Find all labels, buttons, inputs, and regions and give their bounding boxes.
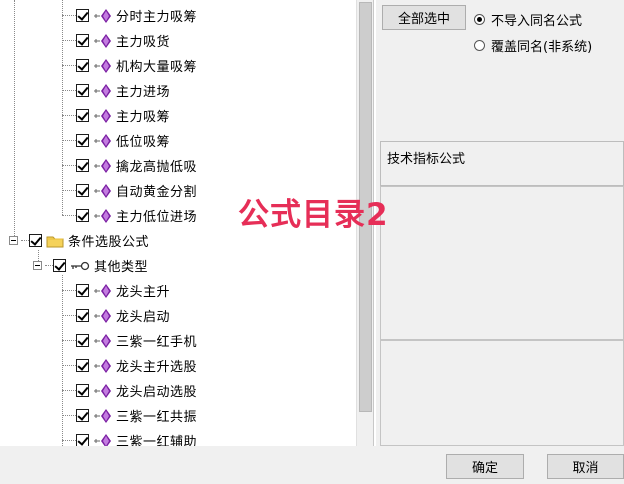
collapse-toggle[interactable] — [33, 261, 42, 270]
folder-label: 条件选股公式 — [68, 235, 150, 250]
tree-item[interactable]: 龙头主升 — [62, 278, 170, 303]
description-area — [380, 186, 624, 340]
formula-icon — [94, 108, 111, 123]
radio-overwrite[interactable]: 覆盖同名(非系统) — [474, 36, 592, 55]
tree-item[interactable]: 三紫一红共振 — [62, 403, 197, 428]
tree-folder[interactable]: 条件选股公式 — [9, 228, 149, 253]
select-all-button[interactable]: 全部选中 — [382, 5, 466, 30]
tree-item[interactable]: 机构大量吸筹 — [62, 53, 197, 78]
item-label: 分时主力吸筹 — [116, 10, 198, 25]
ok-button[interactable]: 确定 — [446, 454, 524, 479]
dialog-footer: 确定 取消 — [0, 446, 624, 484]
formula-icon — [94, 133, 111, 148]
item-checkbox[interactable] — [76, 409, 89, 422]
item-label: 机构大量吸筹 — [116, 60, 198, 75]
tree-item[interactable]: 擒龙高抛低吸 — [62, 153, 197, 178]
item-checkbox[interactable] — [76, 34, 89, 47]
item-label: 龙头主升 — [116, 285, 171, 300]
item-checkbox[interactable] — [76, 284, 89, 297]
formula-icon — [94, 408, 111, 423]
formula-icon — [94, 208, 111, 223]
tree-item[interactable]: 三紫一红辅助 — [62, 428, 197, 446]
item-checkbox[interactable] — [76, 309, 89, 322]
formula-icon — [94, 283, 111, 298]
item-checkbox[interactable] — [76, 384, 89, 397]
formula-icon — [94, 158, 111, 173]
formula-icon — [94, 183, 111, 198]
radio-unselected-icon[interactable] — [474, 40, 485, 51]
tree-item[interactable]: 自动黄金分割 — [62, 178, 197, 203]
tree-item[interactable]: 低位吸筹 — [62, 128, 170, 153]
formula-icon — [94, 333, 111, 348]
item-label: 龙头启动选股 — [116, 385, 198, 400]
item-checkbox[interactable] — [76, 109, 89, 122]
formula-icon — [94, 8, 111, 23]
folder-icon — [46, 236, 64, 247]
formula-icon — [94, 358, 111, 373]
collapse-toggle[interactable] — [9, 236, 18, 245]
tree-item[interactable]: 主力吸筹 — [62, 103, 170, 128]
item-label: 主力进场 — [116, 85, 171, 100]
item-label: 低位吸筹 — [116, 135, 171, 150]
item-label: 自动黄金分割 — [116, 185, 198, 200]
item-checkbox[interactable] — [76, 59, 89, 72]
formula-icon — [94, 383, 111, 398]
cancel-button[interactable]: 取消 — [547, 454, 624, 479]
item-label: 龙头主升选股 — [116, 360, 198, 375]
item-checkbox[interactable] — [76, 9, 89, 22]
item-checkbox[interactable] — [76, 134, 89, 147]
item-checkbox[interactable] — [76, 84, 89, 97]
preview-area — [380, 340, 624, 446]
item-label: 主力吸货 — [116, 35, 171, 50]
radio-selected-icon[interactable] — [474, 14, 485, 25]
radio-no-import[interactable]: 不导入同名公式 — [474, 10, 582, 29]
tree-item[interactable]: 龙头主升选股 — [62, 353, 197, 378]
formula-type-label: 技术指标公式 — [387, 152, 466, 167]
watermark-text: 公式目录2 — [238, 197, 389, 233]
radio-overwrite-label: 覆盖同名(非系统) — [491, 40, 593, 55]
formula-type-box: 技术指标公式 — [380, 141, 624, 186]
subfolder-label: 其他类型 — [94, 260, 149, 275]
formula-icon — [94, 33, 111, 48]
key-icon — [71, 261, 90, 270]
tree-item[interactable]: 三紫一红手机 — [62, 328, 197, 353]
tree-item[interactable]: 主力低位进场 — [62, 203, 197, 228]
formula-icon — [94, 58, 111, 73]
item-label: 擒龙高抛低吸 — [116, 160, 198, 175]
item-label: 主力吸筹 — [116, 110, 171, 125]
item-checkbox[interactable] — [76, 334, 89, 347]
tree-connector — [14, 0, 15, 240]
formula-icon — [94, 308, 111, 323]
item-checkbox[interactable] — [76, 434, 89, 446]
tree-subfolder[interactable]: 其他类型 — [33, 253, 148, 278]
item-label: 三紫一红辅助 — [116, 435, 198, 446]
tree-item[interactable]: 分时主力吸筹 — [62, 3, 197, 28]
item-label: 龙头启动 — [116, 310, 171, 325]
formula-icon — [94, 83, 111, 98]
item-label: 主力低位进场 — [116, 210, 198, 225]
folder-checkbox[interactable] — [29, 234, 42, 247]
tree-item[interactable]: 主力进场 — [62, 78, 170, 103]
tree-item[interactable]: 龙头启动选股 — [62, 378, 197, 403]
item-label: 三紫一红手机 — [116, 335, 198, 350]
item-checkbox[interactable] — [76, 159, 89, 172]
radio-no-import-label: 不导入同名公式 — [491, 14, 583, 29]
options-panel: 全部选中 不导入同名公式 覆盖同名(非系统) 技术指标公式 — [376, 0, 624, 446]
item-checkbox[interactable] — [76, 184, 89, 197]
item-checkbox[interactable] — [76, 209, 89, 222]
tree-item[interactable]: 主力吸货 — [62, 28, 170, 53]
tree-item[interactable]: 龙头启动 — [62, 303, 170, 328]
item-checkbox[interactable] — [76, 359, 89, 372]
formula-icon — [94, 433, 111, 446]
item-label: 三紫一红共振 — [116, 410, 198, 425]
subfolder-checkbox[interactable] — [53, 259, 66, 272]
